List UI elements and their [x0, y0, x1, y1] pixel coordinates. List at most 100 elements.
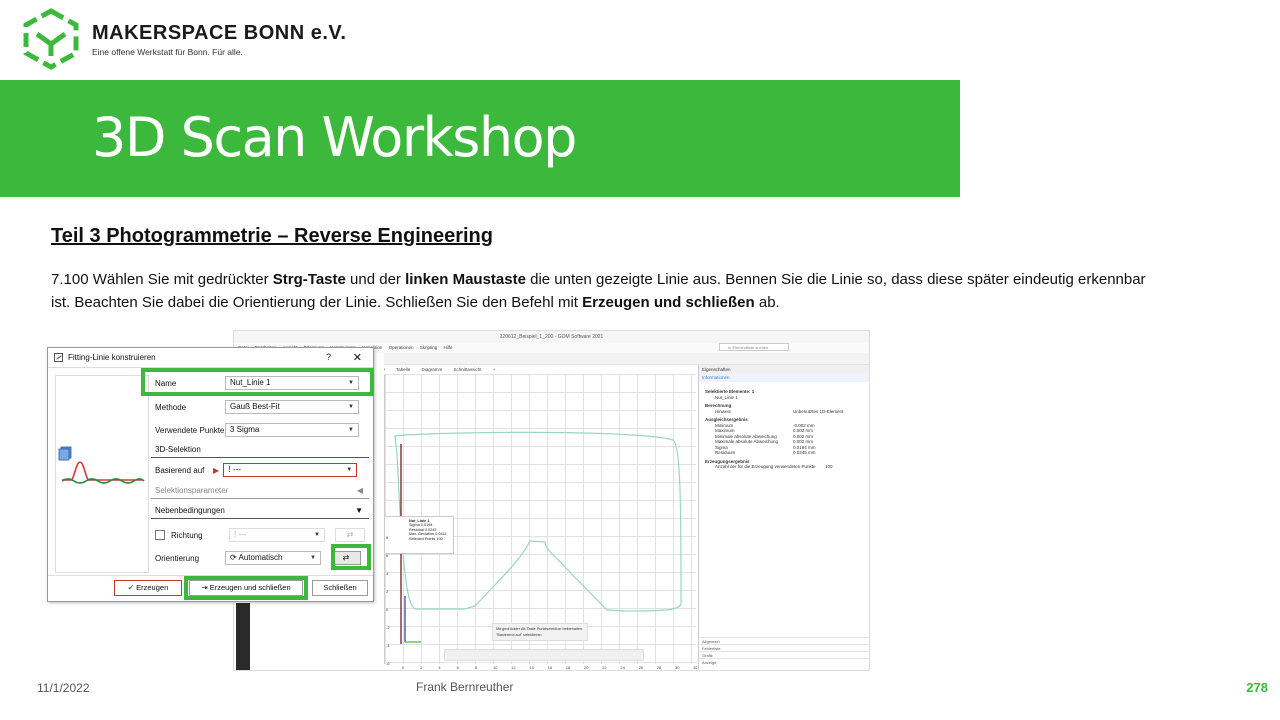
direction-label: Richtung — [171, 530, 203, 540]
x-tick-label: 22 — [602, 665, 607, 670]
orientation-select[interactable]: ⟳ Automatisch ▼ — [225, 551, 321, 565]
menu-item[interactable]: Operationen — [389, 345, 414, 350]
points-row: Verwendete Punkte 3 Sigma ▼ — [151, 420, 369, 440]
constraints-label: Nebenbedingungen — [155, 506, 225, 515]
chevron-down-icon: ▼ — [314, 532, 320, 538]
based-on-select[interactable]: ! --- ▼ — [223, 463, 358, 477]
y-tick-label: 8 — [386, 535, 389, 540]
information-tab[interactable]: Informationen — [699, 374, 869, 382]
direction-value: --- — [238, 530, 247, 539]
help-button[interactable]: ? — [326, 352, 331, 362]
warning-icon: ! — [228, 465, 231, 474]
brand-name: MAKERSPACE BONN e.V. — [92, 22, 347, 44]
fit-key: Residuum — [715, 450, 736, 455]
create-label: Erzeugen — [136, 583, 169, 592]
selection-hint: Mit gedrückter Alt-Taste Punktselektion … — [492, 623, 588, 641]
y-tick-label: 2 — [386, 589, 389, 594]
element-search-input[interactable]: In Elementliste suchen — [719, 343, 789, 351]
line-info-box: Nut_Linie 1 Sigma 0.0194 Residual 0.0245… — [384, 516, 454, 554]
line-preview — [55, 375, 149, 573]
x-tick-label: 16 — [547, 665, 553, 670]
page-title: 3D Scan Workshop — [92, 106, 577, 169]
method-value: Gauß Best-Fit — [230, 402, 280, 411]
based-on-row: Basierend auf ▶ ! --- ▼ — [151, 460, 369, 480]
x-tick-label: 10 — [493, 665, 498, 670]
x-tick-label: 30 — [675, 665, 680, 670]
info-value: 0.0245 — [424, 527, 437, 532]
tab-add[interactable]: + — [493, 367, 496, 372]
preview-drawing — [58, 446, 145, 484]
selection-params-label: Selektionsparameter — [155, 486, 229, 495]
chevron-left-icon: ◀ — [356, 486, 363, 495]
properties-tab[interactable]: Eigenschaften — [699, 365, 869, 374]
direction-checkbox[interactable] — [155, 530, 165, 540]
highlight-orientation-button — [331, 544, 371, 570]
highlight-create-close — [184, 576, 308, 600]
fit-value: 0.0245 mm — [793, 450, 816, 455]
view-controls-bar[interactable] — [444, 649, 644, 661]
menu-item[interactable]: Hilfe — [444, 345, 453, 350]
method-label: Methode — [155, 402, 187, 412]
swap-direction-button[interactable]: ⇄ — [335, 528, 365, 542]
makerspace-logo-icon — [23, 8, 79, 70]
direction-select[interactable]: ! --- ▼ — [229, 528, 325, 542]
y-tick-label: 4 — [386, 571, 389, 576]
close-icon[interactable]: ✕ — [353, 351, 362, 364]
tab-errors[interactable]: Fehlerliste — [699, 644, 869, 651]
info-key: Sigma — [409, 523, 420, 528]
x-tick-label: 0 — [402, 665, 405, 670]
x-tick-label: 2 — [420, 665, 423, 670]
chevron-down-icon: ▼ — [348, 404, 354, 410]
close-button[interactable]: Schließen — [312, 580, 368, 596]
info-key: Selected Points — [409, 536, 436, 541]
instruction-part: ab. — [754, 294, 780, 311]
section-title: Teil 3 Photogrammetrie – Reverse Enginee… — [51, 225, 493, 247]
points-label: Verwendete Punkte — [155, 425, 225, 435]
hint-line-2: "Basierend auf" selektieren — [496, 633, 542, 637]
info-row: Selected Points 100 — [409, 537, 450, 541]
page-number: 278 — [1246, 680, 1268, 695]
chevron-down-icon: ▼ — [348, 427, 354, 433]
footer-author: Frank Bernreuther — [416, 680, 514, 694]
y-tick-label: -4 — [386, 643, 390, 648]
tab-general[interactable]: Allgemein — [699, 637, 869, 644]
properties-body: Selektierte Elemente: 1 Nut_Linie 1 Bere… — [699, 382, 869, 474]
hint-key: Hinweis — [715, 408, 731, 414]
instruction-bold: Erzeugen und schließen — [582, 294, 755, 311]
tab-table[interactable]: Tabelle — [396, 367, 410, 372]
x-tick-label: 26 — [638, 665, 644, 670]
x-tick-label: 6 — [456, 665, 459, 670]
direction-row: Richtung ! --- ▼ ⇄ — [151, 525, 369, 545]
section-constraints[interactable]: Nebenbedingungen ▼ — [151, 503, 369, 519]
method-select[interactable]: Gauß Best-Fit ▼ — [225, 400, 359, 414]
x-tick-label: 32 — [693, 665, 698, 670]
instruction-text: 7.100 Wählen Sie mit gedrückter Strg-Tas… — [51, 268, 1151, 314]
create-button[interactable]: ✔ Erzeugen — [114, 580, 182, 596]
title-banner: 3D Scan Workshop — [0, 80, 960, 197]
tab-graphics[interactable]: Grafik — [699, 651, 869, 658]
dialog-title: Fitting-Linie konstruieren — [68, 353, 156, 362]
info-value: 0.0411 — [435, 532, 447, 537]
points-select[interactable]: 3 Sigma ▼ — [225, 423, 359, 437]
warning-icon: ! — [234, 530, 237, 539]
arrow-right-icon: ▶ — [213, 465, 220, 475]
tab-diagram[interactable]: Diagramm — [421, 367, 442, 372]
instruction-bold: linken Maustaste — [405, 271, 526, 288]
points-value: 3 Sigma — [230, 425, 260, 434]
x-tick-label: 14 — [529, 665, 534, 670]
instruction-part: und der — [345, 271, 406, 288]
y-tick-label: -2 — [386, 625, 390, 630]
check-icon: ✔ — [127, 583, 135, 592]
hint-value: Unbenutztes 1D-Element — [793, 408, 844, 414]
orientation-value: Automatisch — [238, 553, 283, 562]
selected-item: Nut_Linie 1 — [715, 394, 738, 400]
menu-item[interactable]: Skripting — [420, 345, 438, 350]
tab-section[interactable]: Schnittansicht — [454, 367, 482, 372]
tab-display[interactable]: Anzeige — [699, 658, 869, 665]
x-tick-label: 18 — [565, 665, 571, 670]
section-selection-params[interactable]: Selektionsparameter ◀ — [151, 483, 369, 499]
dark-stand — [236, 603, 250, 670]
line-construct-icon — [54, 353, 63, 362]
x-tick-label: 28 — [656, 665, 662, 670]
properties-bottom-tabs: Allgemein Fehlerliste Grafik Anzeige — [699, 637, 869, 665]
